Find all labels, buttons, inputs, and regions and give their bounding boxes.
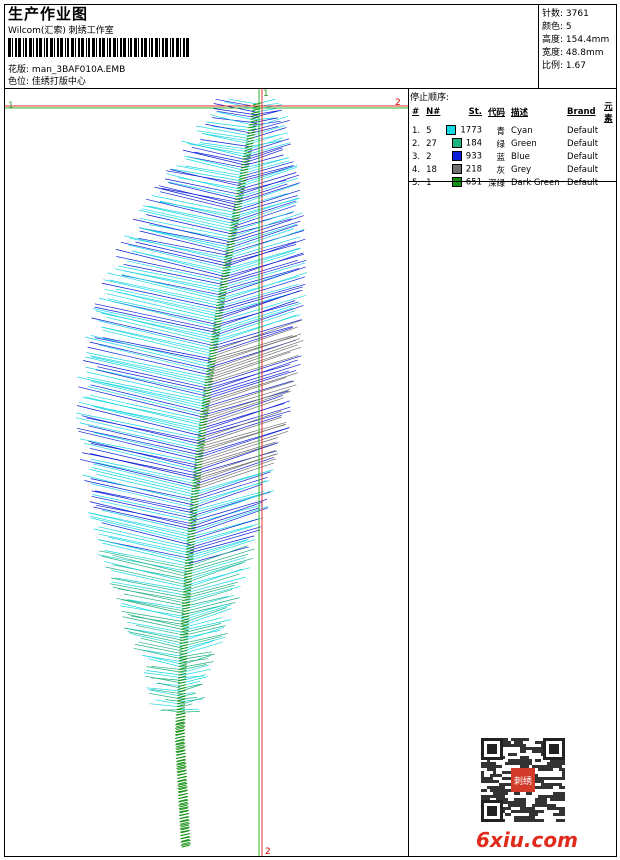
row-element: [601, 124, 620, 137]
row-index: 3.: [412, 151, 421, 162]
barcode: [8, 38, 189, 57]
colorway-line: 色位: 佳绣打版中心: [8, 74, 86, 87]
row-number: 1: [426, 177, 432, 188]
stat-width: 宽度: 48.8mm: [542, 45, 604, 58]
color-swatch: [451, 151, 462, 162]
guide-label-left: 1: [8, 101, 14, 111]
color-swatch: [446, 125, 457, 136]
row-stitches-cell: 184: [443, 137, 485, 150]
row-stitches: 651: [465, 177, 483, 188]
qr-stamp-text: 刺绣: [514, 775, 532, 787]
feather-embroidery: [75, 98, 308, 848]
stat-width-value: 48.8mm: [565, 48, 604, 58]
stat-height-label: 高度:: [542, 35, 564, 45]
row-index: 5.: [412, 177, 421, 188]
row-index: 2.: [412, 138, 421, 149]
row-brand: Default: [567, 151, 599, 162]
colorway-value: 佳绣打版中心: [31, 77, 86, 87]
row-stitches: 218: [465, 164, 483, 175]
color-row: 4. 18 218 灰 Grey Default: [409, 163, 620, 176]
row-element: [601, 176, 620, 189]
row-code: 蓝: [496, 152, 506, 163]
stat-colors-value: 5: [565, 22, 572, 32]
qr-code: 刺绣: [481, 738, 565, 822]
color-table-header: # N# St. 代码 描述 Brand 元素: [409, 100, 620, 124]
col-element: 元素: [604, 102, 613, 124]
row-stitches-cell: 651: [443, 176, 485, 189]
color-swatch: [451, 138, 462, 149]
row-brand: Default: [567, 138, 599, 149]
guide-label-top: 1: [263, 89, 269, 99]
stat-scale-label: 比例:: [542, 61, 564, 71]
colorway-label: 色位:: [8, 77, 30, 87]
company-name: Wilcom(汇索) 刺绣工作室: [8, 26, 114, 36]
stat-scale-value: 1.67: [565, 61, 586, 71]
row-number: 27: [426, 138, 437, 149]
color-row: 5. 1 651 深绿 Dark Green Default: [409, 176, 620, 189]
row-stitches: 1773: [460, 125, 483, 136]
feather-design-preview: [5, 89, 408, 856]
row-stitches-cell: 1773: [443, 124, 485, 137]
stat-stitches-value: 3761: [565, 9, 589, 19]
row-stitches-cell: 218: [443, 163, 485, 176]
col-description: 描述: [511, 108, 529, 118]
stat-stitches: 针数: 3761: [542, 6, 589, 19]
color-row: 2. 27 184 绿 Green Default: [409, 137, 620, 150]
guide-label-bottom: 2: [265, 847, 271, 857]
row-code: 青: [496, 126, 506, 137]
row-description: Dark Green: [511, 177, 560, 188]
row-index: 1.: [412, 125, 421, 136]
row-stitches: 184: [465, 138, 483, 149]
stat-colors: 颜色: 5: [542, 19, 572, 32]
row-brand: Default: [567, 125, 599, 136]
panel-divider: [408, 88, 409, 857]
col-index: #: [412, 107, 420, 117]
table-divider: [409, 181, 617, 182]
guide-label-right: 2: [395, 98, 401, 108]
color-row: 3. 2 933 蓝 Blue Default: [409, 150, 620, 163]
stat-stitches-label: 针数:: [542, 9, 564, 19]
col-code: 代码: [488, 108, 506, 118]
watermark: 6xiu.com: [476, 828, 578, 852]
row-index: 4.: [412, 164, 421, 175]
row-description: Grey: [511, 164, 532, 175]
color-swatch: [451, 177, 462, 188]
col-number: N#: [426, 107, 441, 117]
row-element: [601, 150, 620, 163]
col-stitches: St.: [468, 107, 483, 117]
row-code: 绿: [496, 139, 506, 150]
row-code: 深绿: [488, 178, 506, 189]
row-brand: Default: [567, 164, 599, 175]
row-number: 18: [426, 164, 437, 175]
row-description: Blue: [511, 151, 530, 162]
row-element: [601, 163, 620, 176]
stat-height-value: 154.4mm: [565, 35, 610, 45]
color-swatch: [451, 164, 462, 175]
color-table: # N# St. 代码 描述 Brand 元素 1. 5 1773 青 Cyan Defa…: [409, 100, 620, 189]
row-code: 灰: [496, 165, 506, 176]
row-stitches: 933: [465, 151, 483, 162]
page-title: 生产作业图: [8, 5, 89, 23]
row-element: [601, 137, 620, 150]
row-stitches-cell: 933: [443, 150, 485, 163]
stat-width-label: 宽度:: [542, 48, 564, 58]
col-brand: Brand: [567, 107, 596, 117]
row-number: 2: [426, 151, 432, 162]
row-description: Cyan: [511, 125, 533, 136]
stat-scale: 比例: 1.67: [542, 58, 586, 71]
color-row: 1. 5 1773 青 Cyan Default: [409, 124, 620, 137]
stat-colors-label: 颜色:: [542, 22, 564, 32]
row-number: 5: [426, 125, 432, 136]
stat-height: 高度: 154.4mm: [542, 32, 609, 45]
row-brand: Default: [567, 177, 599, 188]
row-description: Green: [511, 138, 537, 149]
